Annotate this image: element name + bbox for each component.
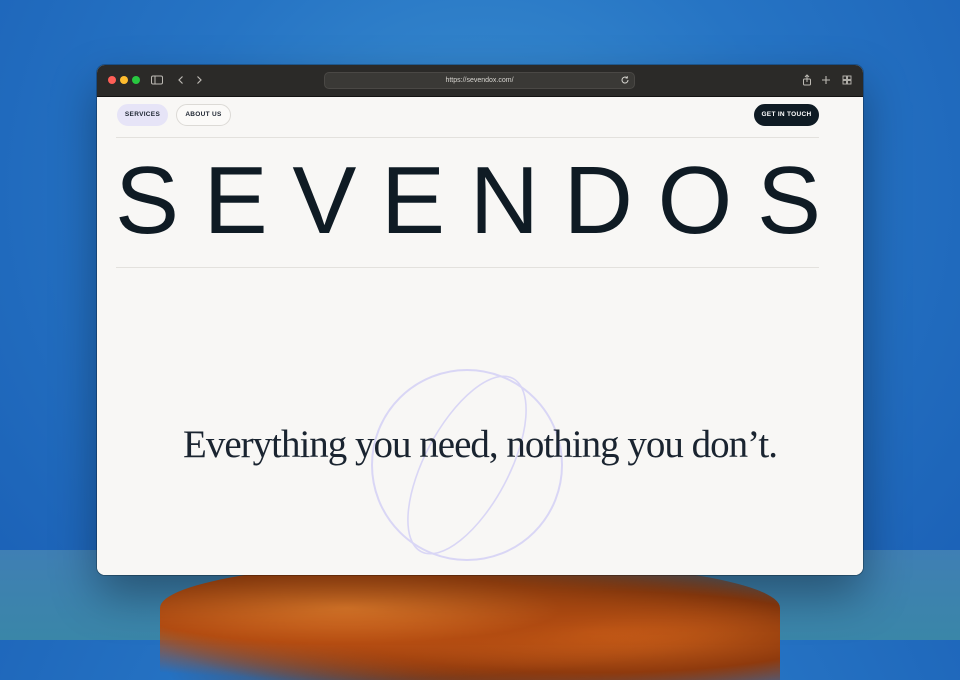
wallpaper-swirl bbox=[160, 560, 780, 680]
about-us-button[interactable]: ABOUT US bbox=[176, 104, 231, 126]
browser-window: https://sevendox.com/ SERVICES ABOUT US … bbox=[97, 65, 863, 575]
minimize-window-button[interactable] bbox=[120, 76, 128, 84]
share-icon[interactable] bbox=[799, 72, 815, 88]
header-divider bbox=[116, 137, 819, 138]
services-button[interactable]: SERVICES bbox=[117, 104, 168, 126]
hero-headline: Everything you need, nothing you don’t. bbox=[183, 423, 778, 466]
sidebar-icon[interactable] bbox=[149, 72, 165, 88]
address-bar-url: https://sevendox.com/ bbox=[445, 77, 514, 84]
wordmark-divider bbox=[116, 267, 819, 268]
tabs-grid-icon[interactable] bbox=[839, 72, 855, 88]
site-wordmark: SEVENDOS bbox=[113, 147, 823, 254]
get-in-touch-button[interactable]: GET IN TOUCH bbox=[754, 104, 819, 126]
close-window-button[interactable] bbox=[108, 76, 116, 84]
plus-icon[interactable] bbox=[818, 72, 834, 88]
address-bar[interactable]: https://sevendox.com/ bbox=[324, 72, 635, 89]
wordmark-text: SEVENDOS bbox=[115, 149, 821, 245]
zoom-window-button[interactable] bbox=[132, 76, 140, 84]
chevron-left-icon[interactable] bbox=[173, 72, 189, 88]
reload-icon[interactable] bbox=[620, 75, 630, 85]
web-page: SERVICES ABOUT US GET IN TOUCH SEVENDOS … bbox=[97, 97, 863, 575]
chevron-right-icon[interactable] bbox=[191, 72, 207, 88]
browser-toolbar: https://sevendox.com/ bbox=[97, 65, 863, 97]
